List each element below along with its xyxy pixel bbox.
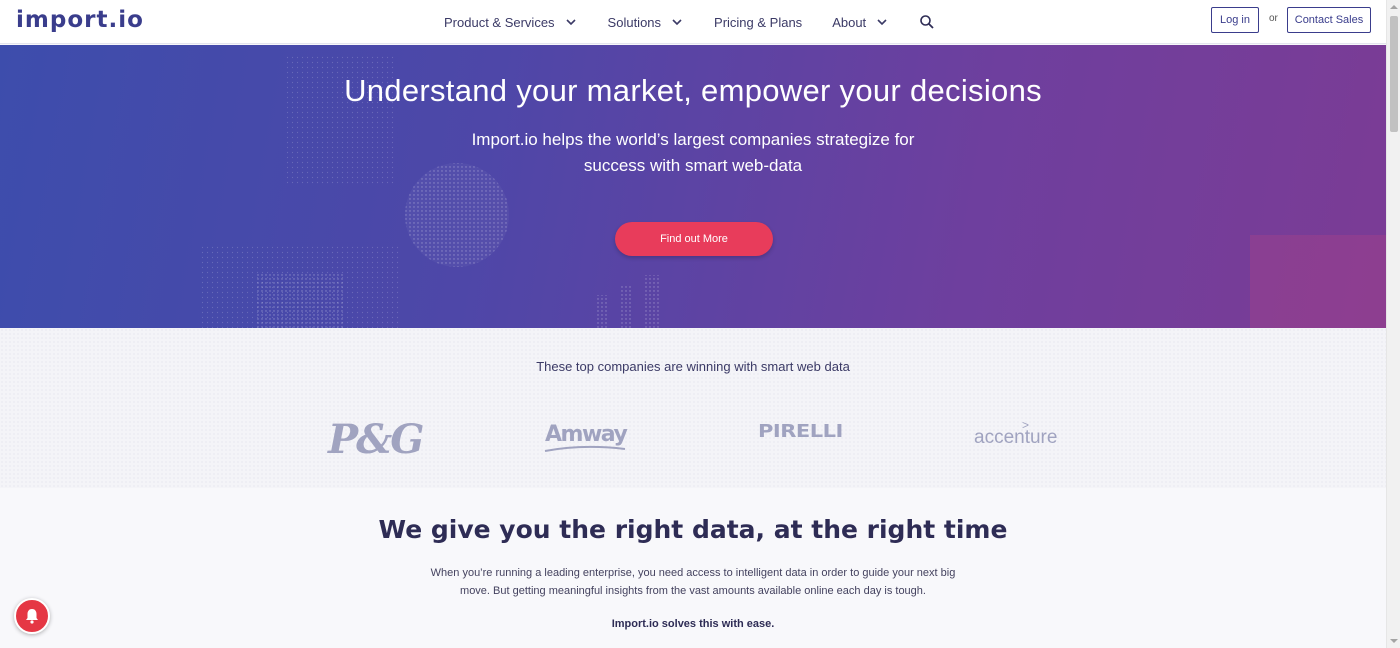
amway-swoosh-icon: [544, 445, 626, 452]
clients-section: These top companies are winning with sma…: [0, 328, 1386, 488]
nav-pricing-plans[interactable]: Pricing & Plans: [714, 15, 802, 30]
nav-label: About: [832, 14, 867, 30]
nav-product-services[interactable]: Product & Services: [444, 15, 578, 30]
login-button[interactable]: Log in: [1211, 7, 1259, 33]
nav-about[interactable]: About: [832, 15, 889, 30]
section-body: When you’re running a leading enterprise…: [430, 567, 956, 597]
scrollbar-thumb[interactable]: [1390, 16, 1398, 132]
hero-title: Understand your market, empower your dec…: [344, 73, 1042, 108]
accenture-logo: accenture: [974, 427, 1058, 448]
site-logo[interactable]: import.io: [16, 7, 144, 33]
clients-title: These top companies are winning with sma…: [536, 359, 850, 374]
scroll-down-arrow-icon[interactable]: [1389, 636, 1399, 646]
chevron-down-icon: [877, 19, 887, 26]
nav-label: Solutions: [607, 14, 662, 30]
or-separator: or: [1269, 13, 1278, 24]
hero-section: Understand your market, empower your dec…: [0, 45, 1386, 328]
site-header: import.io Product & Services Solutions P…: [0, 0, 1386, 44]
section-highlight: Import.io solves this with ease.: [611, 618, 775, 630]
content-section: We give you the right data, at the right…: [0, 488, 1386, 648]
contact-sales-button[interactable]: Contact Sales: [1287, 7, 1371, 33]
main-nav: Product & Services Solutions Pricing & P…: [444, 0, 935, 44]
notification-bell-button[interactable]: [14, 598, 50, 634]
chevron-down-icon: [672, 19, 682, 26]
hero-subtitle: Import.io helps the world’s largest comp…: [471, 130, 915, 175]
scroll-up-arrow-icon[interactable]: [1389, 2, 1399, 12]
page-scrollbar[interactable]: [1386, 0, 1400, 648]
find-out-more-button[interactable]: Find out More: [615, 222, 773, 256]
nav-label: Pricing & Plans: [714, 14, 803, 30]
bell-icon: [26, 609, 38, 624]
nav-label: Product & Services: [444, 14, 555, 30]
chevron-down-icon: [565, 19, 576, 26]
accenture-mark-icon: >: [1022, 418, 1030, 432]
search-icon[interactable]: [919, 14, 935, 30]
pg-logo: P&G: [328, 416, 424, 463]
pirelli-logo: PIRELLI: [758, 420, 843, 442]
nav-solutions[interactable]: Solutions: [608, 15, 684, 30]
section-title: We give you the right data, at the right…: [378, 515, 1008, 544]
amway-logo: Amway: [545, 422, 628, 447]
